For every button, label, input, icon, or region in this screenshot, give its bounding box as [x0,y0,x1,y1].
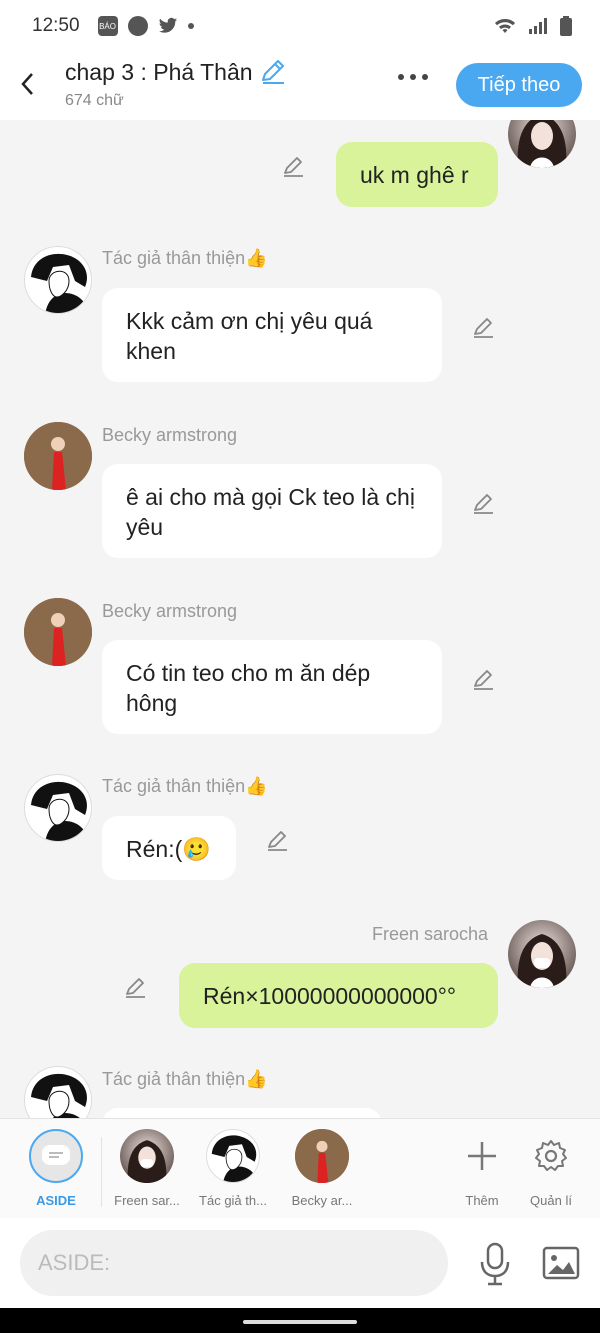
manage-button[interactable]: Quản lí [508,1129,594,1208]
back-button[interactable] [14,68,40,100]
becky-avatar[interactable] [24,422,92,490]
next-button[interactable]: Tiếp theo [456,63,582,107]
author-avatar[interactable] [24,1066,92,1118]
chapter-title[interactable]: chap 3 : Phá Thân [65,59,253,86]
author-avatar[interactable] [24,774,92,842]
more-options-button[interactable] [398,74,428,80]
chevron-left-icon [21,73,33,95]
image-icon [542,1246,580,1280]
microphone-icon [480,1242,510,1286]
status-time: 12:50 [32,15,80,36]
edit-message-icon[interactable] [282,155,306,179]
tab-author[interactable]: Tác giả th... [190,1129,276,1208]
compass-app-icon [127,16,148,36]
edit-message-icon[interactable] [472,668,496,692]
tab-label: Becky ar... [291,1193,353,1208]
sender-name: Freen sarocha [372,924,489,944]
freen-avatar [120,1129,174,1183]
tab-becky[interactable]: Becky ar... [279,1129,365,1208]
message-bubble[interactable]: ê ai cho mà gọi Ck teo là chị yêu [102,464,442,558]
aside-input[interactable] [20,1230,448,1296]
twitter-icon [158,17,177,33]
gear-icon [524,1129,578,1183]
editor-header: chap 3 : Phá Thân 674 chữ Tiếp theo [0,52,600,120]
home-gesture-handle[interactable] [243,1320,357,1324]
sender-name: Becky armstrong [102,425,238,445]
message-bubble[interactable]: Kkk cảm ơn chị yêu quá khen [102,288,442,382]
tab-label: Quản lí [530,1193,572,1208]
message-bubble[interactable] [102,1108,382,1118]
edit-message-icon[interactable] [124,976,148,1000]
character-tabbar: ASIDE Freen sar... Tác giả th... Becky a… [0,1118,600,1218]
edit-message-icon[interactable] [472,316,496,340]
plus-icon [455,1129,509,1183]
mic-button[interactable] [478,1242,512,1291]
tab-aside[interactable]: ASIDE [13,1129,99,1208]
freen-avatar[interactable] [508,920,576,988]
edit-message-icon[interactable] [266,829,290,853]
compose-bar [0,1218,600,1308]
sender-name: Tác giả thân thiện👍 [102,1069,268,1089]
message-bubble[interactable]: Có tin teo cho m ăn dép hông [102,640,442,734]
tab-divider [101,1137,102,1207]
edit-message-icon[interactable] [472,492,496,516]
wifi-icon [495,19,515,33]
tab-label: ASIDE [36,1193,76,1208]
sender-name: Tác giả thân thiện👍 [102,248,268,268]
message-bubble[interactable]: Rén×10000000000000°° [179,963,498,1028]
status-bar: 12:50 BÁO [0,0,600,52]
author-avatar[interactable] [24,246,92,314]
aside-icon [29,1129,83,1183]
news-app-icon: BÁO [97,16,118,36]
more-notifications-dot [187,23,194,29]
signal-icon [529,18,547,34]
sender-name: Tác giả thân thiện👍 [102,776,268,796]
word-count: 674 chữ [65,92,124,109]
author-avatar [206,1129,260,1183]
tab-label: Tác giả th... [199,1193,267,1208]
edit-title-icon[interactable] [259,58,287,86]
battery-icon [560,16,572,36]
chapter-info: chap 3 : Phá Thân 674 chữ [65,58,287,110]
system-nav-bar [0,1308,600,1333]
becky-avatar [295,1129,349,1183]
sender-name: Becky armstrong [102,601,238,621]
message-bubble[interactable]: Rén:(🥲 [102,816,236,880]
tab-freen[interactable]: Freen sar... [104,1129,190,1208]
becky-avatar[interactable] [24,598,92,666]
message-bubble[interactable]: uk m ghê r [336,142,498,207]
notification-icons: BÁO [97,16,194,36]
chat-area[interactable]: uk m ghê r Tác giả thân thiện👍 Kkk cảm ơ… [0,120,600,1118]
tab-label: Freen sar... [114,1193,180,1208]
system-status-icons [494,16,572,36]
insert-image-button[interactable] [542,1246,580,1285]
freen-avatar[interactable] [508,120,576,168]
